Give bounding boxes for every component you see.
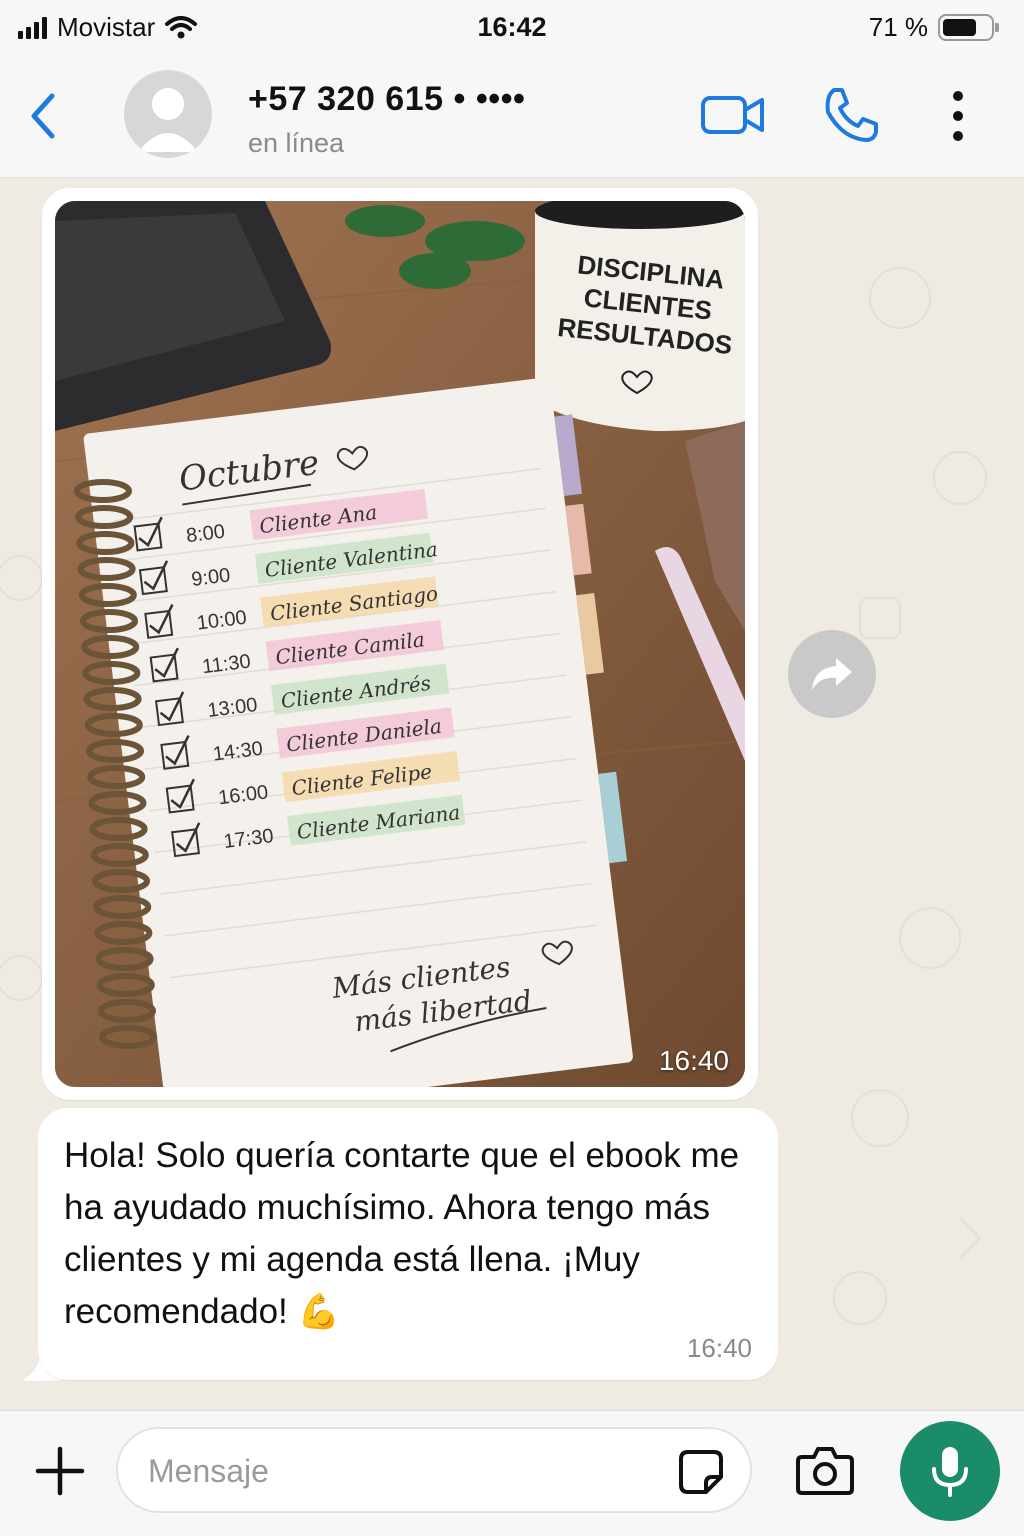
avatar[interactable] xyxy=(124,70,212,158)
message-input-wrapper xyxy=(116,1427,752,1513)
status-bar: Movistar 16:42 71 % xyxy=(0,0,1024,56)
back-chevron-icon[interactable] xyxy=(24,86,64,146)
message-text-container: Hola! Solo quería contarte que el ebook … xyxy=(64,1130,754,1338)
message-text: Hola! Solo quería contarte que el ebook … xyxy=(64,1136,740,1331)
sticker-icon[interactable] xyxy=(678,1449,724,1495)
microphone-icon xyxy=(932,1447,968,1497)
flexed-biceps-emoji: 💪 xyxy=(297,1293,340,1331)
schedule-time: 9:00 xyxy=(190,564,231,591)
image-message-bubble[interactable]: DISCIPLINA CLIENTES RESULTADOS Octubre 8… xyxy=(42,188,758,1100)
photo-timestamp: 16:40 xyxy=(658,1045,729,1076)
contact-name[interactable]: +57 320 615 • •••• xyxy=(248,80,525,119)
schedule-time: 8:00 xyxy=(185,521,226,548)
video-call-icon[interactable] xyxy=(700,90,766,140)
notebook-photo-illustration: DISCIPLINA CLIENTES RESULTADOS Octubre 8… xyxy=(55,201,745,1087)
status-right: 71 % xyxy=(868,12,999,43)
default-avatar-icon xyxy=(138,88,198,152)
plus-icon[interactable] xyxy=(34,1445,86,1497)
contact-status: en línea xyxy=(248,128,345,158)
voice-message-button[interactable] xyxy=(900,1421,1000,1521)
more-vertical-icon[interactable] xyxy=(944,86,972,146)
phone-icon[interactable] xyxy=(820,84,882,146)
forward-button[interactable] xyxy=(788,630,876,718)
chat-area[interactable]: DISCIPLINA CLIENTES RESULTADOS Octubre 8… xyxy=(0,178,1024,1410)
battery-icon xyxy=(938,14,999,41)
message-photo[interactable]: DISCIPLINA CLIENTES RESULTADOS Octubre 8… xyxy=(55,201,745,1087)
chat-header: +57 320 615 • •••• en línea xyxy=(0,56,1024,178)
forward-arrow-icon xyxy=(812,658,852,690)
message-input[interactable] xyxy=(148,1449,648,1493)
camera-icon[interactable] xyxy=(796,1445,854,1495)
text-message-bubble[interactable]: Hola! Solo quería contarte que el ebook … xyxy=(38,1108,778,1380)
message-timestamp: 16:40 xyxy=(686,1333,752,1363)
battery-percent: 71 % xyxy=(868,12,928,42)
composer-bar xyxy=(0,1410,1024,1536)
